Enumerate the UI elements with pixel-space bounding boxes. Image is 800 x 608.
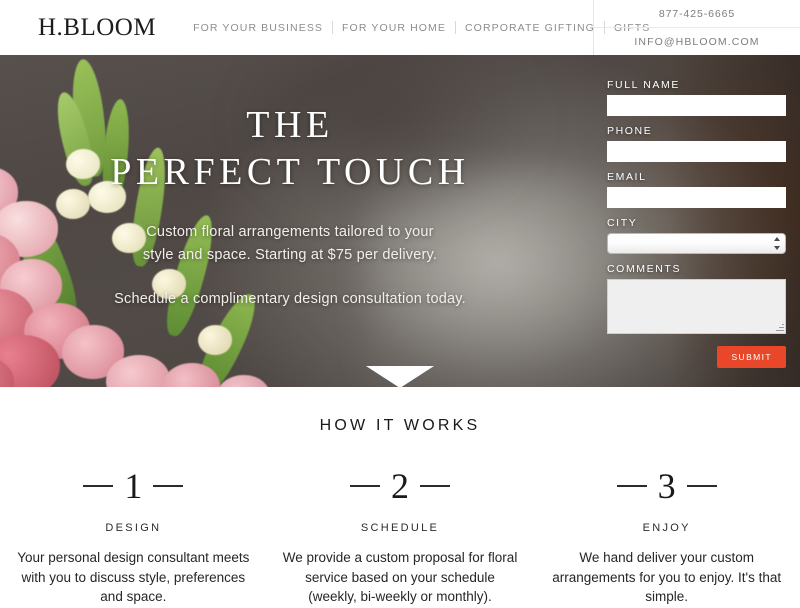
header-contact-box: 877-425-6665 INFO@HBLOOM.COM bbox=[593, 0, 800, 55]
step-schedule: 2 SCHEDULE We provide a custom proposal … bbox=[267, 468, 534, 607]
hero-bottom-notch bbox=[366, 366, 434, 387]
dash-right-icon bbox=[420, 485, 450, 487]
hero-title-line2: PERFECT TOUCH bbox=[110, 151, 470, 194]
comments-label: COMMENTS bbox=[607, 263, 682, 275]
main-navigation: FOR YOUR BUSINESS FOR YOUR HOME CORPORAT… bbox=[184, 21, 659, 34]
contact-form: FULL NAME PHONE EMAIL CITY COMMENTS SUBM… bbox=[593, 55, 800, 387]
step-number-row: 2 bbox=[283, 468, 518, 504]
step-description: We hand deliver your custom arrangements… bbox=[552, 550, 782, 605]
step-design: 1 DESIGN Your personal design consultant… bbox=[0, 468, 267, 607]
step-label: ENJOY bbox=[642, 522, 691, 534]
hero-sub-line2: style and space. Starting at $75 per del… bbox=[142, 246, 438, 263]
full-name-label: FULL NAME bbox=[607, 79, 680, 91]
site-header: H.BLOOM FOR YOUR BUSINESS FOR YOUR HOME … bbox=[0, 0, 800, 55]
nav-item-for-your-business[interactable]: FOR YOUR BUSINESS bbox=[184, 22, 332, 34]
contact-phone[interactable]: 877-425-6665 bbox=[594, 0, 800, 28]
hero-section: THE PERFECT TOUCH Custom floral arrangem… bbox=[0, 55, 800, 387]
page-root: H.BLOOM FOR YOUR BUSINESS FOR YOUR HOME … bbox=[0, 0, 800, 608]
hero-sub-line1: Custom floral arrangements tailored to y… bbox=[146, 224, 434, 241]
dash-left-icon bbox=[616, 485, 647, 487]
email-label: EMAIL bbox=[607, 171, 647, 183]
city-label: CITY bbox=[607, 217, 638, 229]
dash-right-icon bbox=[686, 485, 717, 487]
step-number-row: 1 bbox=[16, 468, 251, 504]
dash-left-icon bbox=[350, 485, 380, 487]
phone-input[interactable] bbox=[607, 141, 786, 162]
how-it-works-section: HOW IT WORKS 1 DESIGN Your personal desi… bbox=[0, 387, 800, 607]
hero-subtitle: Custom floral arrangements tailored to y… bbox=[114, 221, 466, 310]
hero-content: THE PERFECT TOUCH Custom floral arrangem… bbox=[0, 55, 580, 387]
email-input[interactable] bbox=[607, 187, 786, 208]
step-enjoy: 3 ENJOY We hand deliver your custom arra… bbox=[533, 468, 800, 607]
step-number: 3 bbox=[657, 466, 676, 506]
site-logo[interactable]: H.BLOOM bbox=[38, 14, 156, 42]
hero-title: THE PERFECT TOUCH bbox=[110, 104, 470, 194]
how-it-works-title: HOW IT WORKS bbox=[319, 417, 481, 434]
contact-email[interactable]: INFO@HBLOOM.COM bbox=[594, 28, 800, 55]
step-description: Your personal design consultant meets wi… bbox=[17, 550, 250, 605]
step-label: DESIGN bbox=[105, 522, 162, 534]
submit-button[interactable]: SUBMIT bbox=[717, 346, 786, 368]
step-number-row: 3 bbox=[549, 468, 784, 504]
nav-item-for-your-home[interactable]: FOR YOUR HOME bbox=[333, 22, 455, 34]
step-label: SCHEDULE bbox=[360, 522, 440, 534]
comments-textarea[interactable] bbox=[607, 279, 786, 334]
step-description: We provide a custom proposal for floral … bbox=[282, 550, 518, 605]
dash-right-icon bbox=[153, 485, 184, 487]
full-name-input[interactable] bbox=[607, 95, 786, 116]
step-number: 1 bbox=[124, 466, 143, 506]
phone-label: PHONE bbox=[607, 125, 653, 137]
hero-title-line1: THE bbox=[246, 104, 334, 146]
step-number: 2 bbox=[391, 466, 409, 506]
city-select[interactable] bbox=[607, 233, 786, 254]
comments-wrapper bbox=[607, 279, 786, 334]
city-select-wrapper bbox=[607, 233, 786, 263]
steps-container: 1 DESIGN Your personal design consultant… bbox=[0, 468, 800, 607]
submit-row: SUBMIT bbox=[607, 346, 786, 368]
dash-left-icon bbox=[83, 485, 114, 487]
nav-item-corporate-gifting[interactable]: CORPORATE GIFTING bbox=[456, 22, 604, 34]
hero-sub-line3: Schedule a complimentary design consulta… bbox=[114, 291, 466, 307]
